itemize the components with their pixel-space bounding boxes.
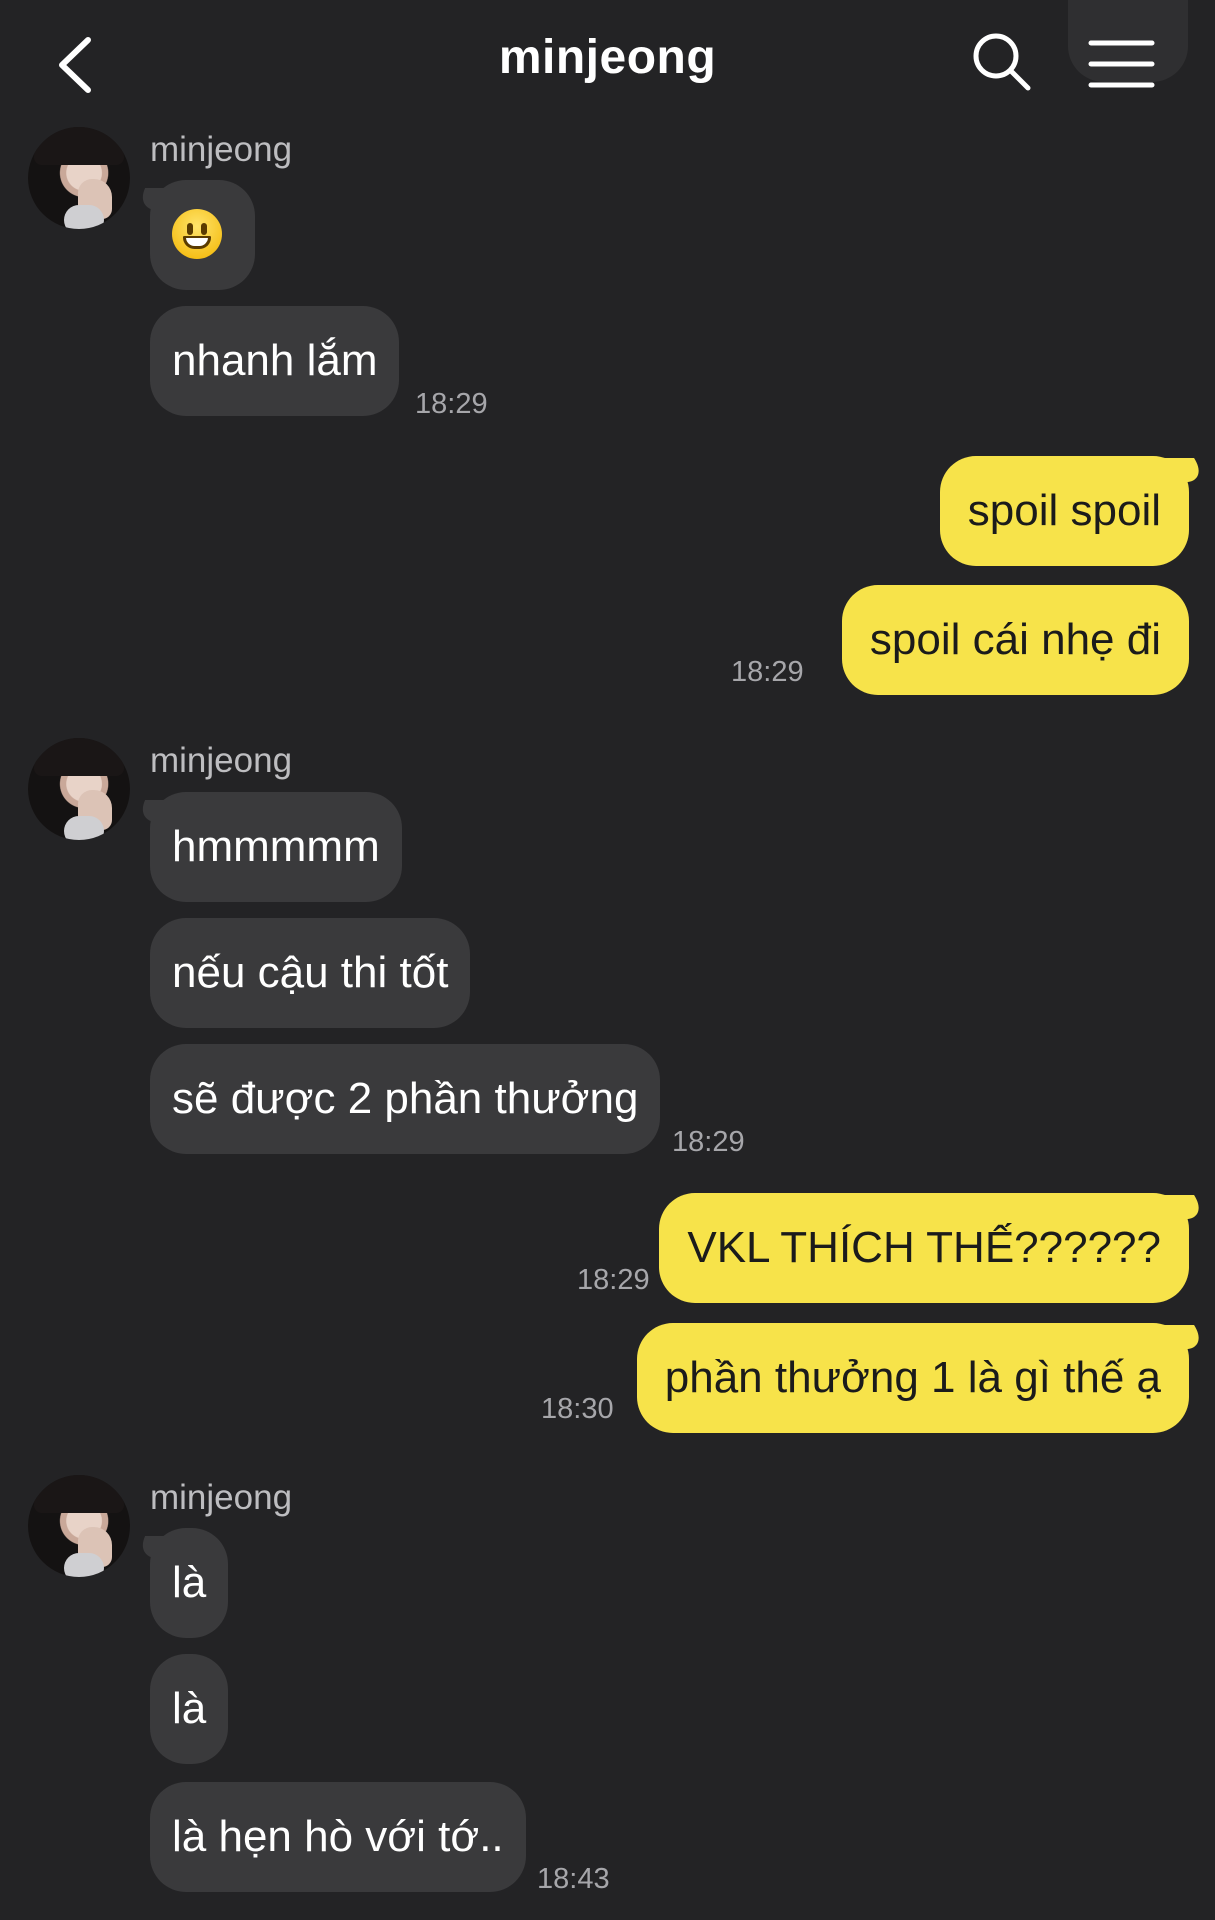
avatar[interactable] (28, 738, 130, 840)
message-bubble[interactable]: nếu cậu thi tốt (150, 918, 471, 1028)
avatar[interactable] (28, 1475, 130, 1577)
search-icon (973, 33, 1031, 91)
menu-button[interactable] (1085, 30, 1160, 96)
sender-name: minjeong (150, 741, 293, 780)
avatar[interactable] (28, 127, 130, 229)
search-button[interactable] (970, 30, 1036, 96)
message-time: 18:29 (577, 1264, 650, 1296)
message-time: 18:43 (537, 1863, 610, 1895)
message-bubble[interactable]: là (150, 1654, 228, 1764)
message-time: 18:30 (541, 1393, 614, 1425)
sender-name: minjeong (150, 1478, 293, 1517)
sender-name: minjeong (150, 130, 293, 169)
message-bubble-emoji[interactable] (150, 180, 255, 290)
message-bubble-outgoing[interactable]: VKL THÍCH THẾ?????? (659, 1193, 1189, 1303)
message-bubble-outgoing[interactable]: spoil spoil (939, 456, 1189, 566)
message-bubble[interactable]: sẽ được 2 phần thưởng (150, 1044, 661, 1154)
message-bubble[interactable]: là (150, 1528, 228, 1638)
chat-header: minjeong (0, 0, 1215, 125)
message-bubble[interactable]: hmmmmm (150, 792, 402, 902)
grinning-face-emoji-icon (172, 209, 222, 260)
message-time: 18:29 (415, 388, 488, 420)
hamburger-menu-icon (1088, 40, 1155, 88)
message-time: 18:29 (731, 656, 804, 688)
message-time: 18:29 (672, 1126, 745, 1158)
message-bubble[interactable]: nhanh lắm (150, 306, 400, 416)
message-bubble-outgoing[interactable]: phần thưởng 1 là gì thế ạ (636, 1323, 1189, 1433)
message-bubble-outgoing[interactable]: spoil cái nhẹ đi (841, 585, 1189, 695)
message-bubble[interactable]: là hẹn hò với tớ.. (150, 1782, 526, 1892)
